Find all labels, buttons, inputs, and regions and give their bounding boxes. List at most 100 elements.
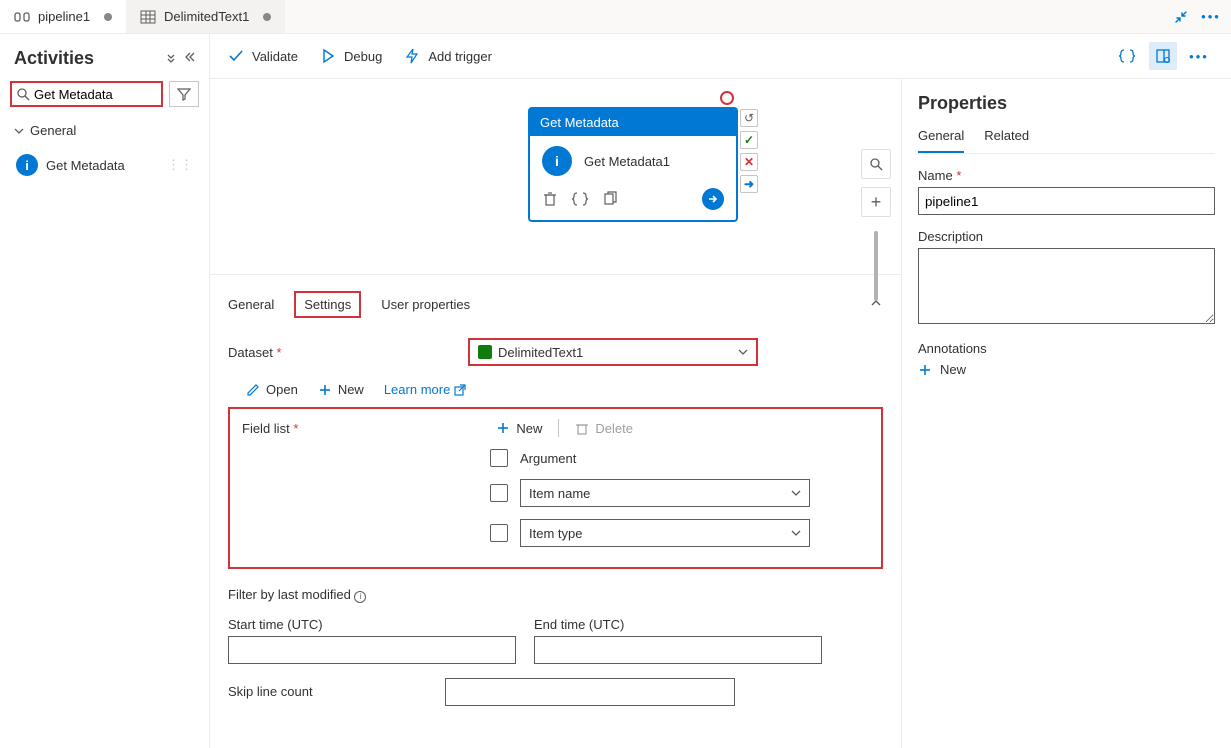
braces-icon[interactable] <box>572 191 588 207</box>
tab-pipeline-label: pipeline1 <box>38 9 90 24</box>
properties-toggle-button[interactable] <box>1149 42 1177 70</box>
copy-icon[interactable] <box>602 191 618 207</box>
learn-more-link[interactable]: Learn more <box>384 382 466 397</box>
validate-button[interactable]: Validate <box>228 48 298 64</box>
search-icon <box>16 87 30 101</box>
dirty-indicator-icon <box>104 13 112 21</box>
collapse-sidebar-icon[interactable] <box>183 51 195 66</box>
arrow-right-icon <box>707 193 719 205</box>
braces-icon <box>1119 48 1135 64</box>
argument-dropdown[interactable]: Item name <box>520 479 810 507</box>
sidebar-item-get-metadata[interactable]: i Get Metadata ⋮⋮ <box>8 148 201 182</box>
chevron-down-icon <box>791 526 801 541</box>
field-list-label: Field list <box>242 421 290 436</box>
dataset-label: Dataset <box>228 345 273 360</box>
props-tab-general[interactable]: General <box>918 128 964 153</box>
annotations-label: Annotations <box>918 341 1215 356</box>
required-indicator: * <box>276 345 281 360</box>
tab-settings[interactable]: Settings <box>294 291 361 318</box>
trigger-icon <box>404 48 420 64</box>
activities-heading: Activities <box>14 48 94 69</box>
skip-icon[interactable]: ➜ <box>740 175 758 193</box>
error-icon[interactable]: ✕ <box>740 153 758 171</box>
new-dataset-button[interactable]: New <box>318 382 364 397</box>
dataset-file-icon <box>478 345 492 359</box>
end-time-input[interactable] <box>534 636 822 664</box>
argument-checkbox[interactable] <box>490 484 508 502</box>
tab-general[interactable]: General <box>228 297 274 312</box>
search-input[interactable] <box>30 87 157 102</box>
undo-icon[interactable]: ↺ <box>740 109 758 127</box>
field-delete-button[interactable]: Delete <box>575 421 633 436</box>
validate-label: Validate <box>252 49 298 64</box>
expand-all-icon[interactable] <box>165 51 177 66</box>
search-icon <box>869 157 883 171</box>
properties-icon <box>1155 48 1171 64</box>
sidebar-item-label: Get Metadata <box>46 158 125 173</box>
sidebar-group-general[interactable]: General <box>6 117 203 144</box>
breakpoint-icon[interactable] <box>720 91 734 105</box>
tab-dataset[interactable]: DelimitedText1 <box>126 0 285 33</box>
start-time-input[interactable] <box>228 636 516 664</box>
dataset-select-value: DelimitedText1 <box>498 345 583 360</box>
external-link-icon <box>454 384 466 396</box>
tab-pipeline[interactable]: pipeline1 <box>0 0 126 33</box>
zoom-in-button[interactable]: + <box>861 187 891 217</box>
activity-get-metadata[interactable]: Get Metadata i Get Metadata1 <box>528 107 738 222</box>
zoom-slider[interactable] <box>874 231 878 301</box>
add-trigger-button[interactable]: Add trigger <box>404 48 492 64</box>
more-actions-button[interactable]: ••• <box>1185 42 1213 70</box>
required-indicator: * <box>293 421 298 436</box>
skip-line-input[interactable] <box>445 678 735 706</box>
zoom-search-button[interactable] <box>861 149 891 179</box>
plus-icon <box>496 421 510 435</box>
description-label: Description <box>918 229 1215 244</box>
delete-icon <box>575 421 589 435</box>
sidebar-group-label: General <box>30 123 76 138</box>
argument-checkbox[interactable] <box>490 524 508 542</box>
chevron-down-icon <box>738 345 748 360</box>
filter-icon <box>177 87 191 101</box>
debug-label: Debug <box>344 49 382 64</box>
name-label: Name * <box>918 168 1215 183</box>
annotation-new-button[interactable]: New <box>918 362 1215 377</box>
more-icon[interactable]: ••• <box>1203 9 1219 25</box>
pencil-icon <box>246 383 260 397</box>
success-icon[interactable]: ✓ <box>740 131 758 149</box>
learn-more-label: Learn more <box>384 382 450 397</box>
chevron-down-icon <box>14 126 24 136</box>
run-activity-button[interactable] <box>702 188 724 210</box>
field-new-label: New <box>516 421 542 436</box>
pipeline-icon <box>14 9 30 25</box>
drag-handle-icon: ⋮⋮ <box>167 157 193 173</box>
delete-icon[interactable] <box>542 191 558 207</box>
collapse-icon[interactable] <box>1173 9 1189 25</box>
activity-type-label: Get Metadata <box>530 109 736 136</box>
new-label: New <box>338 382 364 397</box>
info-tooltip-icon[interactable]: i <box>354 591 366 603</box>
dataset-icon <box>140 9 156 25</box>
filter-label: Filter by last modified <box>228 587 351 602</box>
name-input[interactable] <box>918 187 1215 215</box>
debug-button[interactable]: Debug <box>320 48 382 64</box>
description-textarea[interactable] <box>918 248 1215 324</box>
props-tab-related[interactable]: Related <box>984 128 1029 153</box>
properties-heading: Properties <box>918 93 1215 114</box>
check-icon <box>228 48 244 64</box>
argument-dropdown[interactable]: Item type <box>520 519 810 547</box>
pipeline-canvas[interactable]: Get Metadata i Get Metadata1 <box>210 79 901 274</box>
json-view-button[interactable] <box>1113 42 1141 70</box>
skip-line-label: Skip line count <box>228 684 313 699</box>
field-new-button[interactable]: New <box>496 421 542 436</box>
open-dataset-button[interactable]: Open <box>246 382 298 397</box>
activity-search[interactable] <box>10 81 163 107</box>
info-icon: i <box>542 146 572 176</box>
argument-select-all-checkbox[interactable] <box>490 449 508 467</box>
dataset-select[interactable]: DelimitedText1 <box>468 338 758 366</box>
filter-button[interactable] <box>169 81 199 107</box>
tab-user-properties[interactable]: User properties <box>381 297 470 312</box>
activity-name-label: Get Metadata1 <box>584 154 670 169</box>
info-icon: i <box>16 154 38 176</box>
chevron-down-icon <box>791 486 801 501</box>
argument-value: Item name <box>529 486 590 501</box>
